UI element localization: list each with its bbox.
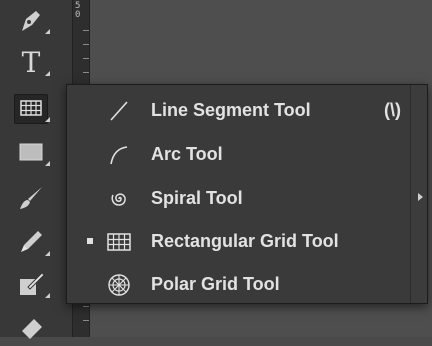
paintbrush-tool[interactable] <box>6 178 56 218</box>
pencil-tool[interactable] <box>6 222 56 262</box>
polar-grid-icon <box>105 271 133 299</box>
menu-item-spiral-tool[interactable]: Spiral Tool <box>67 179 409 219</box>
rectangle-icon <box>19 143 43 161</box>
rectangular-grid-icon <box>20 100 42 116</box>
menu-item-label: Polar Grid Tool <box>151 274 280 294</box>
line-segment-icon <box>105 97 133 125</box>
menu-item-shortcut: (\) <box>384 100 401 120</box>
eraser-tool[interactable] <box>6 306 56 346</box>
shaper-tool[interactable] <box>6 264 56 304</box>
menu-item-polar-grid-tool[interactable]: Polar Grid Tool <box>67 265 409 305</box>
arc-icon <box>105 141 133 169</box>
shaper-icon <box>20 272 45 295</box>
type-icon: T <box>21 45 41 79</box>
ruler-label: 5 0 <box>75 1 81 20</box>
menu-item-label: Arc Tool <box>151 144 223 164</box>
tearoff-strip[interactable] <box>410 85 427 303</box>
line-tools-flyout-menu: Line Segment Tool (\) Arc Tool Spiral To… <box>66 84 428 304</box>
menu-item-label: Spiral Tool <box>151 188 243 208</box>
tools-panel: T <box>0 0 72 339</box>
pen-icon <box>22 11 40 31</box>
rectangular-grid-tool[interactable] <box>6 88 56 128</box>
rectangular-grid-icon <box>105 228 133 256</box>
menu-item-label: Rectangular Grid Tool <box>151 231 339 251</box>
rectangle-tool[interactable] <box>6 132 56 172</box>
type-tool[interactable]: T <box>6 42 56 82</box>
tearoff-arrow-icon[interactable] <box>418 193 423 201</box>
pencil-icon <box>21 231 42 252</box>
menu-item-arc-tool[interactable]: Arc Tool <box>67 135 409 175</box>
selected-bullet-icon <box>87 238 93 244</box>
spiral-icon <box>105 185 133 213</box>
menu-item-line-segment-tool[interactable]: Line Segment Tool (\) <box>67 91 409 131</box>
paintbrush-icon <box>20 187 42 209</box>
menu-item-label: Line Segment Tool <box>151 100 311 120</box>
pen-tool[interactable] <box>6 0 56 40</box>
menu-item-rectangular-grid-tool[interactable]: Rectangular Grid Tool <box>67 222 409 262</box>
